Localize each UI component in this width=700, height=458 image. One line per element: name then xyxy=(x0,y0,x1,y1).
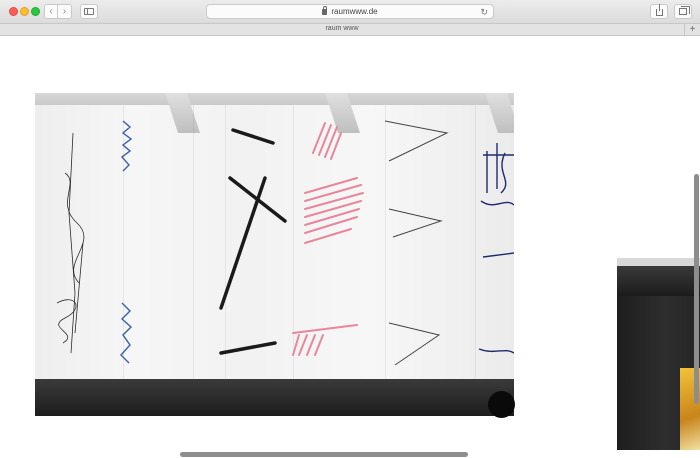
vertical-scrollbar[interactable] xyxy=(694,174,699,404)
close-window-button[interactable] xyxy=(9,7,18,16)
tab-overview-button[interactable] xyxy=(674,4,692,19)
browser-toolbar: ‹ › raumwww.de ↻ xyxy=(0,0,700,24)
lock-icon xyxy=(322,5,328,15)
sidebar-toggle-button[interactable] xyxy=(80,4,98,19)
new-tab-button[interactable]: + xyxy=(684,24,700,35)
slide-indicator-dot[interactable] xyxy=(488,391,515,418)
page-content xyxy=(0,37,700,458)
tab-bar: raum www + xyxy=(0,24,700,36)
address-bar[interactable]: raumwww.de ↻ xyxy=(206,4,494,19)
zoom-window-button[interactable] xyxy=(31,7,40,16)
wall-drawings xyxy=(56,120,514,366)
black-bold-strokes xyxy=(219,128,287,355)
share-button[interactable] xyxy=(650,4,668,19)
share-icon xyxy=(655,4,663,16)
pink-hatching xyxy=(292,122,364,356)
chevron-left-icon: ‹ xyxy=(49,5,53,17)
gray-zigzag-lines xyxy=(384,120,449,366)
reload-icon[interactable]: ↻ xyxy=(480,7,488,18)
side-image-ceiling xyxy=(617,266,700,296)
tabs-overview-icon xyxy=(679,6,690,15)
blue-zigzag-marks xyxy=(120,120,133,364)
url-text: raumwww.de xyxy=(331,7,378,16)
minimize-window-button[interactable] xyxy=(20,7,29,16)
black-scribble-left xyxy=(56,132,85,354)
back-button[interactable]: ‹ xyxy=(44,4,58,19)
navy-scribble-right xyxy=(478,143,514,354)
url-display: raumwww.de xyxy=(322,5,378,16)
chevron-right-icon: › xyxy=(62,5,67,17)
sidebar-icon xyxy=(84,8,94,15)
forward-button[interactable]: › xyxy=(58,4,72,19)
active-tab[interactable]: raum www xyxy=(0,25,684,32)
horizontal-scrollbar[interactable] xyxy=(180,452,468,457)
gallery-installation-image[interactable] xyxy=(35,93,514,416)
plus-icon: + xyxy=(689,24,696,35)
side-image-margin xyxy=(617,258,700,266)
next-gallery-image[interactable] xyxy=(617,258,700,450)
